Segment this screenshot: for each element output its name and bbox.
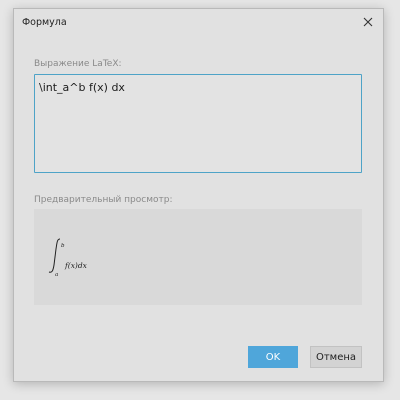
dialog-title: Формула (22, 17, 67, 28)
lower-limit: a (55, 272, 58, 278)
preview-label: Предварительный просмотр: (34, 195, 173, 205)
title-bar: Формула (14, 9, 383, 36)
close-button[interactable] (357, 12, 379, 32)
formula-dialog: Формула Выражение LaTeX: \int_a^b f(x) d… (13, 8, 384, 382)
close-icon (363, 17, 373, 27)
latex-label: Выражение LaTeX: (34, 59, 122, 69)
formula-preview: b a f(x)dx (34, 209, 362, 305)
integral-sign (48, 238, 61, 273)
latex-input[interactable]: \int_a^b f(x) dx (34, 74, 362, 173)
integrand: f(x)dx (64, 261, 88, 270)
ok-button[interactable]: OK (248, 346, 298, 368)
cancel-button[interactable]: Отмена (310, 346, 362, 368)
upper-limit: b (61, 243, 65, 249)
